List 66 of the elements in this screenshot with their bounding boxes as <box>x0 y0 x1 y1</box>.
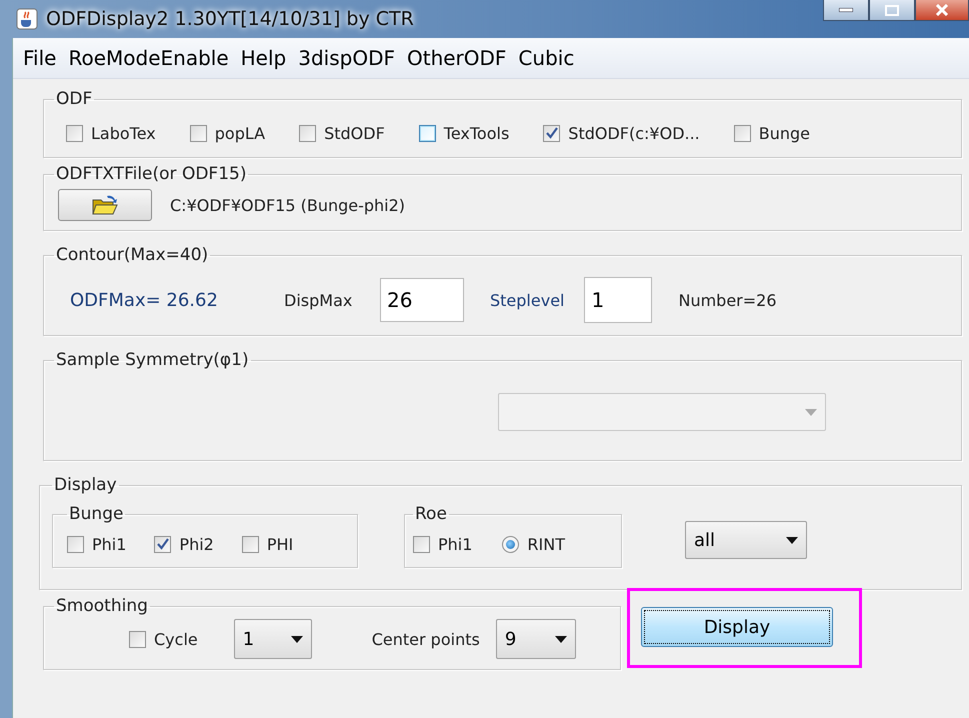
option-label: PHI <box>266 534 294 554</box>
maximize-icon <box>885 4 899 16</box>
file-path: C:¥ODF¥ODF15 (Bunge-phi2) <box>170 196 406 214</box>
checkbox[interactable] <box>734 124 751 142</box>
option-label: Phi2 <box>179 534 214 554</box>
option-label: RINT <box>527 534 565 554</box>
option-label: StdODF <box>324 124 385 142</box>
group-title: ODF <box>55 89 94 109</box>
field-label: Steplevel <box>490 290 564 310</box>
disp-max-field[interactable]: 26 <box>380 278 464 322</box>
group-title: Roe <box>414 504 448 524</box>
option-label: StdODF(c:¥OD... <box>568 124 700 142</box>
checkbox[interactable] <box>299 124 316 142</box>
checkbox[interactable] <box>413 536 430 552</box>
menu-item[interactable]: OtherODF <box>400 46 512 70</box>
caret-icon <box>554 636 567 642</box>
option-label: popLA <box>214 124 266 142</box>
group-title: Display <box>53 475 118 495</box>
group-title: Bunge <box>68 504 124 524</box>
checkbox[interactable] <box>543 124 560 142</box>
option-label: Cycle <box>154 630 198 648</box>
odf-max-label: ODFMax= 26.62 <box>70 290 219 310</box>
caret-icon <box>786 536 798 544</box>
checkbox[interactable] <box>242 536 259 552</box>
menu-item[interactable]: RoeModeEnable <box>62 46 235 70</box>
option-label: LaboTex <box>91 124 156 142</box>
menu-item[interactable]: File <box>17 46 62 70</box>
minimize-button[interactable] <box>823 0 869 21</box>
display-button[interactable]: Display <box>641 607 833 647</box>
minimize-icon <box>839 8 853 12</box>
cup-icon <box>16 8 38 30</box>
caret-icon <box>805 408 817 416</box>
open-file-button[interactable] <box>58 189 152 221</box>
field-label: DispMax <box>284 290 354 310</box>
group-title: Smoothing <box>55 596 149 616</box>
field-label: Center points <box>372 630 480 648</box>
center-points-dropdown[interactable]: 9 <box>496 619 576 659</box>
number-label: Number=26 <box>678 290 777 310</box>
checkbox[interactable] <box>66 124 83 142</box>
dropdown-value: all <box>694 530 716 550</box>
option-label: Phi1 <box>92 534 126 554</box>
checkbox[interactable] <box>190 124 207 142</box>
checkbox[interactable] <box>67 536 84 552</box>
option-label: TexTools <box>444 124 510 142</box>
close-icon <box>935 4 949 16</box>
option-label: Phi1 <box>438 534 472 554</box>
menu-item[interactable]: Help <box>234 46 292 70</box>
window-title: ODFDisplay2 1.30YT[14/10/31] by CTR <box>46 8 414 30</box>
group-title: Contour(Max=40) <box>55 245 210 265</box>
menu-item[interactable]: Cubic <box>512 46 580 70</box>
view-dropdown[interactable]: all <box>685 521 807 559</box>
caret-icon <box>290 636 303 642</box>
dropdown-value: 9 <box>504 628 516 650</box>
menu-item[interactable]: 3dispODF <box>292 46 401 70</box>
step-level-field[interactable]: 1 <box>584 277 652 323</box>
close-button[interactable] <box>915 0 969 21</box>
folder-icon <box>91 194 119 216</box>
dropdown-value: 1 <box>242 628 254 650</box>
group-title: Sample Symmetry(φ1) <box>55 350 250 370</box>
option-label: Bunge <box>758 124 810 142</box>
checkbox[interactable] <box>154 536 172 552</box>
cycle-dropdown[interactable]: 1 <box>234 619 312 659</box>
group-title: ODFTXTFile(or ODF15) <box>55 164 248 184</box>
maximize-button[interactable] <box>869 0 915 21</box>
radio-button[interactable] <box>502 536 520 552</box>
checkbox[interactable] <box>129 630 146 648</box>
